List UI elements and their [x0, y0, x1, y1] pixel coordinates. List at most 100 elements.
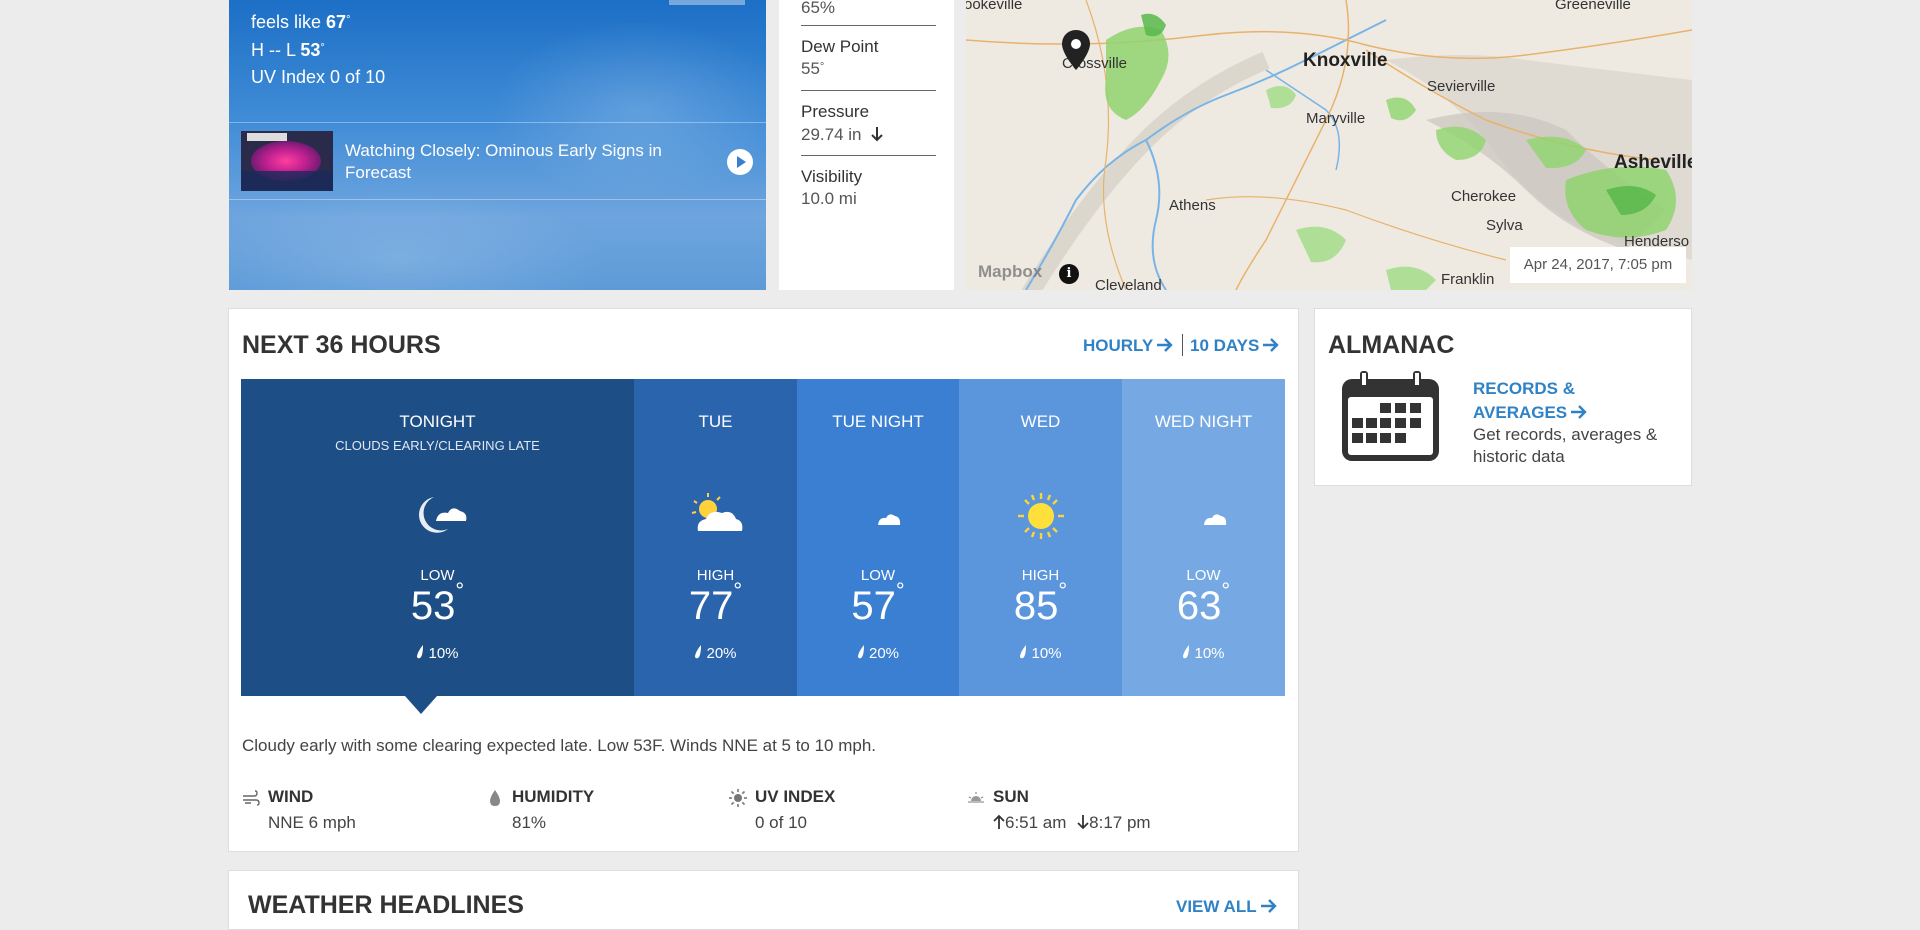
arrow-up-icon [993, 814, 1005, 829]
details-panel: 65% Dew Point 55° Pressure 29.74 in Visi… [779, 0, 954, 290]
next-36-hours-card: NEXT 36 HOURS HOURLY 10 DAYS TONIGHT CLO… [228, 308, 1299, 852]
partly-cloudy-icon [691, 493, 742, 531]
map-place-label: Asheville [1614, 152, 1692, 173]
map-place-label: Sylva [1486, 217, 1523, 234]
sunny-icon [1017, 493, 1064, 539]
period-name: WED NIGHT [1154, 412, 1253, 431]
degree-symbol: ° [819, 61, 825, 73]
mapbox-logo[interactable]: Mapbox [978, 262, 1042, 282]
period-precip: 10% [241, 645, 634, 662]
period-precip: 20% [797, 645, 959, 662]
forecast-period-tue[interactable]: TUE HIGH 77° 20% [634, 379, 797, 696]
degree-symbol: ° [346, 14, 351, 26]
uv-index-line: UV Index 0 of 10 [251, 67, 386, 87]
period-temperature: 85° [959, 578, 1122, 629]
view-all-link[interactable]: VIEW ALL [1176, 897, 1277, 917]
night-cloudy-icon [1185, 495, 1226, 536]
period-hilo-label: LOW [860, 567, 896, 584]
degree-symbol: ° [1058, 578, 1068, 603]
visibility: Visibility 10.0 mi [801, 167, 936, 209]
arrow-right-icon [1263, 337, 1280, 352]
view-all-label[interactable]: VIEW ALL [1176, 897, 1257, 916]
video-promo[interactable]: Watching Closely: Ominous Early Signs in… [229, 122, 766, 200]
section-title: NEXT 36 HOURS [242, 331, 441, 359]
almanac-card: ALMANAC RECORDS & AVERAGES Get records, … [1314, 308, 1692, 486]
video-title[interactable]: Watching Closely: Ominous Early Signs in… [345, 140, 705, 184]
records-description: Get records, averages & historic data [1473, 425, 1658, 466]
arrow-down-icon [871, 127, 883, 142]
high-low-line: H -- L 53° [251, 40, 325, 61]
wind-icon [243, 790, 260, 806]
humidity-drop-icon [490, 790, 500, 806]
pressure-value: 29.74 in [801, 125, 862, 144]
carousel-tab[interactable] [669, 0, 745, 5]
forecast-period-tue-night[interactable]: TUE NIGHT LOW 57° 20% [797, 379, 959, 696]
degree-symbol: ° [895, 578, 905, 603]
sunrise-value: 6:51 am [1005, 813, 1067, 832]
temperature-value: 85 [1013, 584, 1059, 628]
period-temperature: 77° [634, 578, 797, 629]
forecast-period-tonight[interactable]: TONIGHT CLOUDS EARLY/CLEARING LATE LOW 5… [241, 379, 634, 696]
ten-days-link[interactable]: 10 DAYS [1190, 336, 1280, 356]
sun-burst-icon [729, 789, 747, 807]
radar-map[interactable]: ookeville Greeneville Crossville Knoxvil… [966, 0, 1692, 290]
visibility-value: 10.0 mi [801, 189, 857, 208]
info-icon[interactable]: i [1059, 264, 1079, 284]
forecast-period-wed-night[interactable]: WED NIGHT LOW 63° 10% [1122, 379, 1285, 696]
wind-value: NNE 6 mph [268, 813, 356, 832]
degree-symbol: ° [320, 42, 325, 54]
degree-symbol: ° [455, 578, 465, 603]
uv-value: 0 of 10 [755, 813, 807, 832]
play-icon[interactable] [727, 149, 753, 175]
section-title: ALMANAC [1328, 331, 1455, 359]
pressure-label: Pressure [801, 102, 870, 121]
sun-label: SUN [993, 787, 1029, 806]
records-averages-link[interactable]: RECORDS & AVERAGES [1473, 377, 1653, 425]
map-place-label: Maryville [1306, 110, 1366, 127]
period-name: TUE [698, 412, 733, 431]
precip-value: 10% [1194, 645, 1225, 662]
period-name: TONIGHT [399, 412, 476, 431]
night-cloudy-icon [418, 497, 466, 533]
arrow-right-icon [1571, 404, 1587, 419]
current-conditions-card: feels like 67° H -- L 53° UV Index 0 of … [229, 0, 766, 290]
humidity-label: HUMIDITY [512, 787, 595, 806]
precip-value: 10% [428, 645, 459, 662]
raindrop-icon [417, 645, 424, 659]
forecast-narrative: Cloudy early with some clearing expected… [242, 736, 877, 755]
period-temperature: 57° [797, 578, 959, 629]
uv-label: UV INDEX [755, 787, 836, 806]
period-temperature: 53° [241, 578, 634, 629]
period-hilo-label: HIGH [696, 567, 735, 584]
divider [801, 155, 936, 156]
divider [801, 25, 936, 26]
period-precip: 10% [1122, 645, 1285, 662]
sun-times: 6:51 am 8:17 pm [993, 813, 1151, 833]
temperature-value: 57 [851, 584, 896, 628]
precip-value: 20% [868, 645, 900, 662]
section-title: WEATHER HEADLINES [248, 891, 524, 919]
video-thumbnail[interactable] [241, 131, 333, 191]
degree-symbol: ° [1221, 578, 1231, 603]
arrow-right-icon [1157, 337, 1173, 352]
records-link-label[interactable]: RECORDS & AVERAGES [1473, 379, 1575, 422]
humidity-value: 65% [801, 0, 836, 17]
period-phrase: CLOUDS EARLY/CLEARING LATE [335, 438, 540, 453]
map-place-label: Cherokee [1451, 188, 1517, 205]
map-place-label: Athens [1169, 197, 1216, 214]
period-precip: 10% [959, 645, 1122, 662]
dew-point: Dew Point 55° [801, 37, 936, 79]
raindrop-icon [695, 645, 702, 659]
feels-like-value: 67 [326, 12, 347, 32]
period-hilo-label: LOW [420, 567, 455, 584]
hourly-link-label[interactable]: HOURLY [1083, 336, 1153, 355]
map-place-label: Knoxville [1303, 50, 1388, 71]
map-place-label: ookeville [966, 0, 1023, 13]
forecast-period-wed[interactable]: WED HIGH 85° 10% [959, 379, 1122, 696]
weather-headlines-card: WEATHER HEADLINES VIEW ALL [228, 870, 1299, 930]
period-name: WED [1020, 412, 1061, 431]
selected-period-pointer [405, 696, 437, 714]
ten-days-link-label[interactable]: 10 DAYS [1190, 336, 1259, 355]
map-place-label: Sevierville [1427, 78, 1496, 95]
hourly-link[interactable]: HOURLY [1083, 336, 1173, 356]
